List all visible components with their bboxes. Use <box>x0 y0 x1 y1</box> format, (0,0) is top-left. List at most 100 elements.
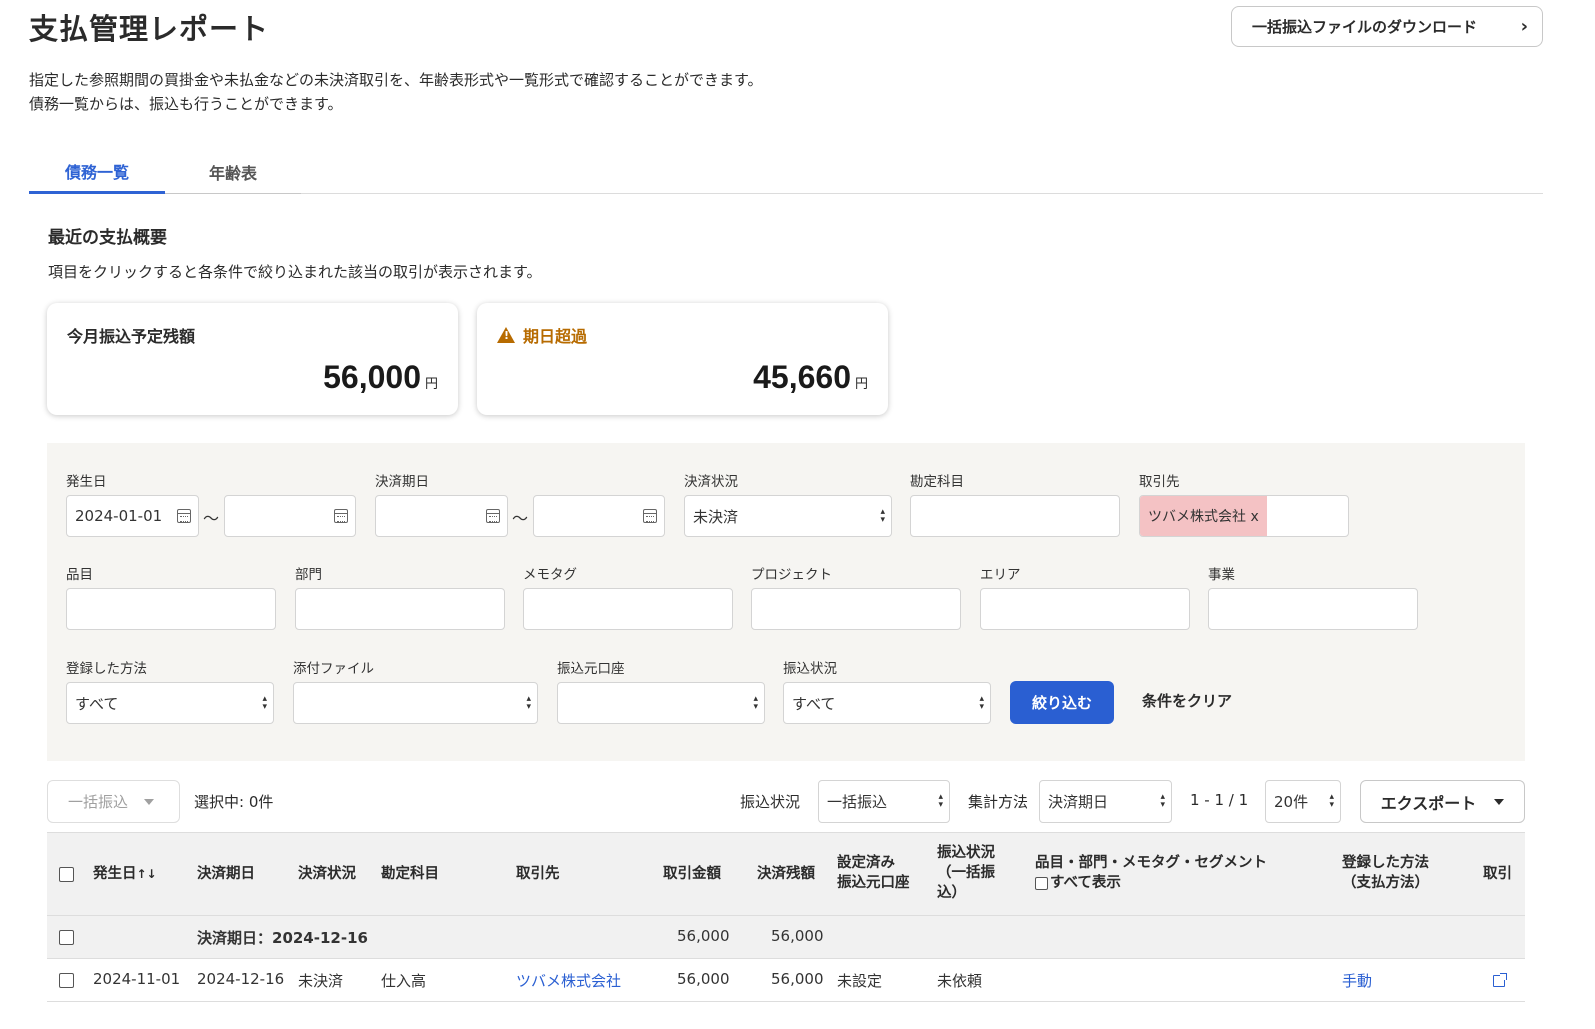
description-line-1: 指定した参照期間の買掛金や未払金などの未決済取引を、年齢表形式や一覧形式で確認す… <box>29 71 763 89</box>
area-input[interactable] <box>980 588 1190 630</box>
transfer-status-select[interactable]: すべて ▴ ▾ <box>783 682 991 724</box>
row-checkbox[interactable] <box>59 973 74 988</box>
cell-amount: 56,000 <box>677 970 730 988</box>
tab-aging[interactable]: 年齢表 <box>165 150 301 194</box>
card-value: 45,660 円 <box>753 359 868 396</box>
item-label: 品目 <box>66 567 93 583</box>
toolbar-transfer-status-select[interactable]: 一括振込 ▴ ▾ <box>818 780 950 823</box>
th-due-date: 決済期日 <box>197 866 255 882</box>
card-label-overdue: 期日超過 <box>497 323 587 347</box>
range-tilde: 〜 <box>203 509 220 528</box>
bulk-transfer-button[interactable]: 一括振込 <box>47 780 180 823</box>
calendar-icon[interactable] <box>334 509 348 523</box>
settlement-status-label: 決済状況 <box>684 474 738 490</box>
th-source-account-line2: 振込元口座 <box>837 875 910 891</box>
th-status: 決済状況 <box>298 866 356 882</box>
tab-debt-list[interactable]: 債務一覧 <box>29 150 165 194</box>
select-arrows-icon: ▴ ▾ <box>526 694 531 712</box>
business-label: 事業 <box>1208 567 1235 583</box>
bulk-transfer-download-button[interactable]: 一括振込ファイルのダウンロード › <box>1231 6 1543 47</box>
attachment-select[interactable]: ▴ ▾ <box>293 682 538 724</box>
caret-down-icon <box>144 798 155 805</box>
aggregate-select[interactable]: 決済期日 ▴ ▾ <box>1039 780 1172 823</box>
aggregate-value: 決済期日 <box>1048 793 1109 811</box>
cell-partner-link[interactable]: ツバメ株式会社 <box>516 970 621 991</box>
select-arrows-icon: ▴ ▾ <box>753 694 758 712</box>
calendar-icon[interactable] <box>486 509 500 523</box>
issue-date-label: 発生日 <box>66 474 107 490</box>
select-all-checkbox[interactable] <box>59 867 74 882</box>
external-link-icon[interactable] <box>1493 973 1507 987</box>
range-tilde: 〜 <box>512 509 529 528</box>
export-button[interactable]: エクスポート <box>1360 780 1525 823</box>
card-amount: 45,660 <box>753 359 851 395</box>
due-date-to-input[interactable] <box>533 495 665 537</box>
memo-tag-label: メモタグ <box>523 567 577 583</box>
due-date-label: 決済期日 <box>375 474 429 490</box>
aggregate-label: 集計方法 <box>968 793 1029 811</box>
cell-transfer: 未依頼 <box>937 972 983 990</box>
sort-icon[interactable]: ↑↓ <box>137 867 157 881</box>
th-method: 登録した方法 （支払方法） <box>1342 853 1429 893</box>
business-input[interactable] <box>1208 588 1418 630</box>
th-transfer-line1: 振込状況 <box>937 845 995 861</box>
per-page-select[interactable]: 20件 ▴ ▾ <box>1265 780 1341 823</box>
overdue-card[interactable]: 期日超過 45,660 円 <box>477 303 888 415</box>
partner-input[interactable]: ツバメ株式会社 x <box>1139 495 1349 537</box>
summary-title: 最近の支払概要 <box>48 228 167 248</box>
section-input[interactable] <box>295 588 505 630</box>
partner-label: 取引先 <box>1139 474 1180 490</box>
memo-tag-input[interactable] <box>523 588 733 630</box>
select-arrows-icon: ▴ ▾ <box>262 694 267 712</box>
export-label: エクスポート <box>1380 793 1477 813</box>
show-all-label: すべて表示 <box>1050 875 1121 891</box>
select-arrows-icon: ▴ ▾ <box>979 694 984 712</box>
account-item-label: 勘定科目 <box>910 474 964 490</box>
account-item-input[interactable] <box>910 495 1120 537</box>
scheduled-balance-card[interactable]: 今月振込予定残額 56,000 円 <box>47 303 458 415</box>
issue-date-from-input[interactable]: 2024-01-01 <box>66 495 199 537</box>
item-input[interactable] <box>66 588 276 630</box>
group-amount: 56,000 <box>677 927 730 945</box>
registration-method-value: すべて <box>75 694 119 713</box>
clear-filter-button[interactable]: 条件をクリア <box>1142 690 1232 711</box>
th-transfer-line2: （一括振 <box>937 865 995 881</box>
pagination-info: 1 - 1 / 1 <box>1190 791 1249 809</box>
th-account: 勘定科目 <box>381 866 439 882</box>
card-unit: 円 <box>424 377 438 392</box>
settlement-status-select[interactable]: 未決済 ▴ ▾ <box>684 495 892 537</box>
section-label: 部門 <box>295 567 322 583</box>
th-tags-line1: 品目・部門・メモタグ・セグメント <box>1035 855 1267 871</box>
per-page-value: 20件 <box>1274 793 1309 811</box>
cell-method-link[interactable]: 手動 <box>1342 970 1372 991</box>
download-button-label: 一括振込ファイルのダウンロード <box>1252 18 1478 36</box>
issue-date-to-input[interactable] <box>224 495 356 537</box>
project-input[interactable] <box>751 588 961 630</box>
overdue-label: 期日超過 <box>523 327 588 346</box>
group-checkbox[interactable] <box>59 930 74 945</box>
th-partner: 取引先 <box>516 866 560 882</box>
registration-method-select[interactable]: すべて ▴ ▾ <box>66 682 274 724</box>
show-all-toggle[interactable]: すべて表示 <box>1035 873 1267 893</box>
cell-due-date: 2024-12-16 <box>197 970 285 988</box>
partner-tag[interactable]: ツバメ株式会社 x <box>1140 496 1267 536</box>
table-row: 2024-11-01 2024-12-16 未決済 仕入高 ツバメ株式会社 56… <box>47 959 1525 1002</box>
apply-filter-button[interactable]: 絞り込む <box>1010 681 1114 724</box>
due-date-from-input[interactable] <box>375 495 508 537</box>
group-row: 決済期日：2024-12-16 56,000 56,000 <box>47 916 1525 959</box>
bulk-transfer-label: 一括振込 <box>68 793 129 811</box>
calendar-icon[interactable] <box>177 509 191 523</box>
chevron-right-icon: › <box>1520 16 1528 37</box>
show-all-checkbox[interactable] <box>1035 876 1048 890</box>
th-method-line1: 登録した方法 <box>1342 855 1429 871</box>
source-account-select[interactable]: ▴ ▾ <box>557 682 765 724</box>
cell-account: 仕入高 <box>381 972 427 990</box>
th-issue-date-label: 発生日 <box>93 866 137 882</box>
th-issue-date[interactable]: 発生日↑↓ <box>93 864 157 884</box>
page-description: 指定した参照期間の買掛金や未払金などの未決済取引を、年齢表形式や一覧形式で確認す… <box>29 68 763 116</box>
th-balance: 決済残額 <box>757 866 815 882</box>
registration-method-label: 登録した方法 <box>66 661 147 677</box>
select-arrows-icon: ▴ ▾ <box>938 792 943 810</box>
cell-issue-date: 2024-11-01 <box>93 970 181 988</box>
calendar-icon[interactable] <box>643 509 657 523</box>
